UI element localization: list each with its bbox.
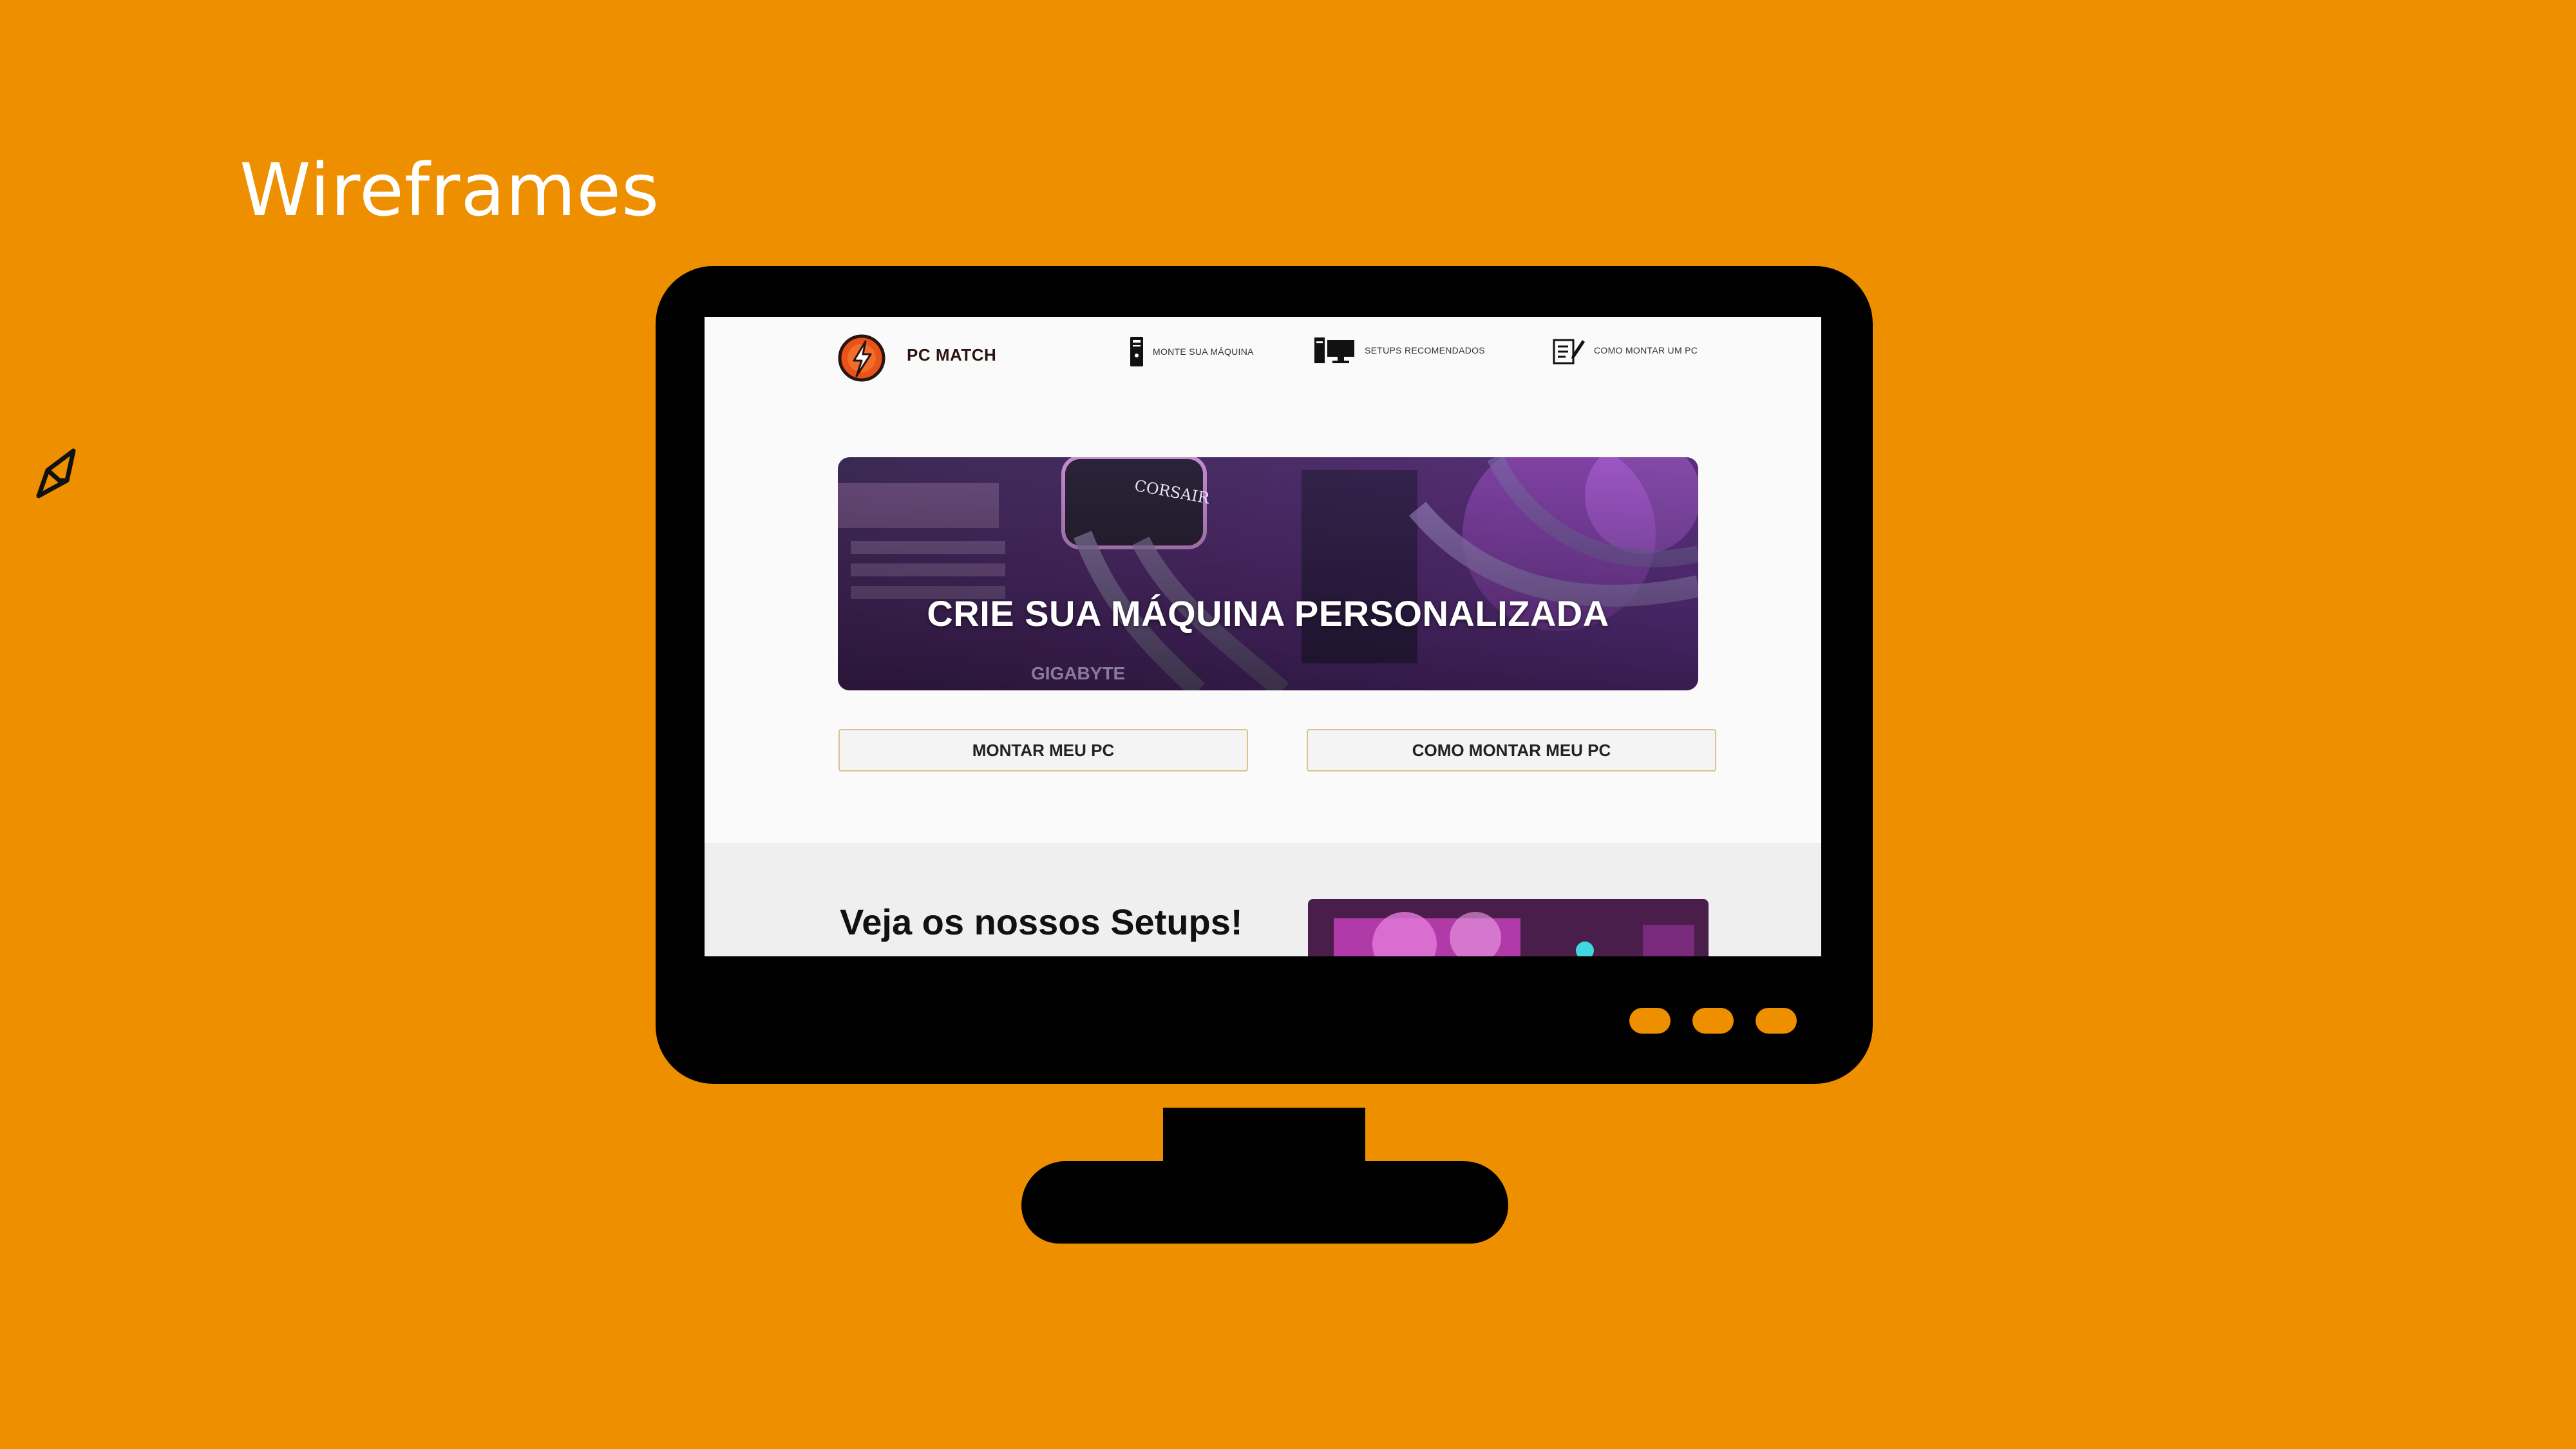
monitor-buttons xyxy=(1629,1008,1797,1034)
setup-image xyxy=(1308,899,1709,956)
nav-label: SETUPS RECOMENDADOS xyxy=(1365,345,1485,355)
hero-image-board-text: GIGABYTE xyxy=(1031,663,1126,683)
nav-label: MONTE SUA MÁQUINA xyxy=(1153,346,1254,357)
monitor-button[interactable] xyxy=(1756,1008,1797,1034)
monitor-button[interactable] xyxy=(1629,1008,1671,1034)
pc-tower-icon xyxy=(1130,337,1143,366)
slide-title: Wireframes xyxy=(240,149,660,232)
nav-setups-recomendados[interactable]: SETUPS RECOMENDADOS xyxy=(1314,336,1485,365)
monitor-button[interactable] xyxy=(1692,1008,1734,1034)
hero-pc-image xyxy=(838,457,1698,690)
nav-label: COMO MONTAR UM PC xyxy=(1594,345,1698,355)
como-montar-meu-pc-button[interactable]: COMO MONTAR MEU PC xyxy=(1307,729,1716,772)
monitor-stand-neck xyxy=(1163,1108,1365,1166)
brand-name[interactable]: PC MATCH xyxy=(907,345,996,365)
hero-banner[interactable]: CORSAIR GIGABYTE CRIE SUA MÁQUINA PERSON… xyxy=(838,457,1698,690)
pc-match-logo-icon[interactable] xyxy=(837,334,886,383)
monitor-frame: PC MATCH MONTE SUA MÁQUINA SETUPS RECOME… xyxy=(656,266,1873,1084)
nav-como-montar[interactable]: COMO MONTAR UM PC xyxy=(1553,336,1698,365)
setups-section: Veja os nossos Setups! xyxy=(705,843,1821,956)
checklist-edit-icon xyxy=(1553,339,1585,365)
desktop-setup-icon xyxy=(1314,337,1354,363)
nav-monte-sua-maquina[interactable]: MONTE SUA MÁQUINA xyxy=(1130,336,1254,367)
hero-title: CRIE SUA MÁQUINA PERSONALIZADA xyxy=(927,593,1609,634)
send-arrow-icon[interactable] xyxy=(33,444,85,502)
monitor-stand-base xyxy=(1021,1161,1508,1244)
setups-title: Veja os nossos Setups! xyxy=(840,902,1243,942)
setup-thumbnail[interactable] xyxy=(1308,899,1709,956)
site-header: PC MATCH MONTE SUA MÁQUINA SETUPS RECOME… xyxy=(705,317,1821,394)
website-screen: PC MATCH MONTE SUA MÁQUINA SETUPS RECOME… xyxy=(705,317,1821,956)
montar-meu-pc-button[interactable]: MONTAR MEU PC xyxy=(838,729,1248,772)
